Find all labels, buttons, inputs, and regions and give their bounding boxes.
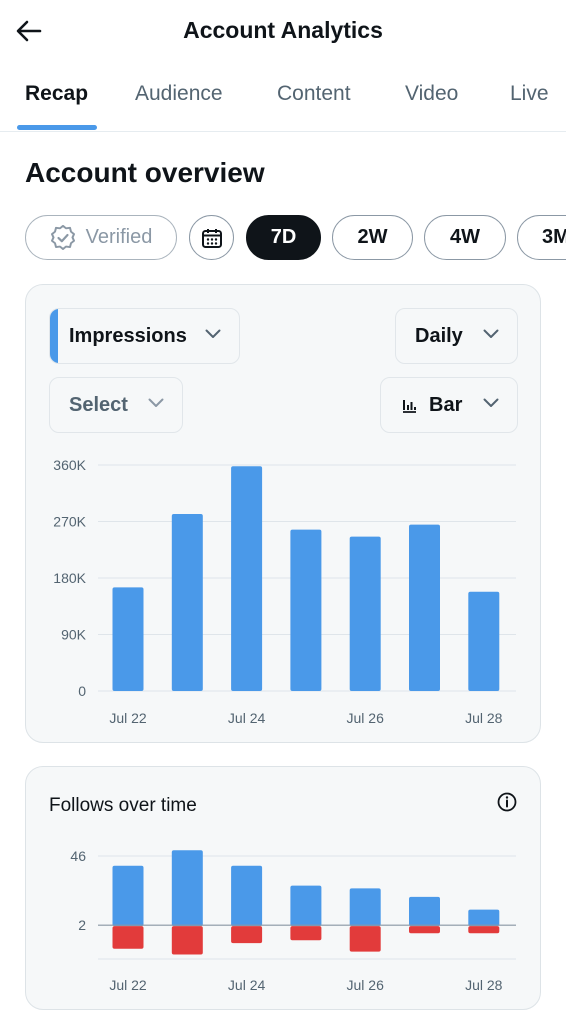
tab-bar: Recap Audience Content Video Live <box>0 70 566 132</box>
y-tick-label: 0 <box>78 683 86 699</box>
y-tick-label: 360K <box>53 457 86 473</box>
verified-filter-chip[interactable]: Verified <box>25 215 177 260</box>
unfollows-bar <box>468 926 500 934</box>
unfollows-bar <box>231 926 263 944</box>
active-tab-indicator <box>17 125 97 130</box>
calendar-chip[interactable] <box>189 215 234 260</box>
y-tick-label: 2 <box>78 917 86 933</box>
follows-bar-chart: 46 2 Jul 22 Jul 24 Jul 26 Jul 28 <box>70 848 516 993</box>
impressions-bar <box>468 591 500 691</box>
section-title: Account overview <box>25 157 265 188</box>
verified-badge-icon <box>50 224 76 251</box>
unfollows-bar <box>409 926 440 934</box>
unfollows-bar <box>290 926 322 941</box>
y-tick-label: 180K <box>53 570 86 586</box>
follows-bar <box>349 888 381 927</box>
follows-bar <box>112 865 144 927</box>
follows-bar <box>290 885 322 927</box>
impressions-bar <box>349 536 381 691</box>
chip-3m[interactable]: 3M <box>517 215 566 260</box>
x-tick-label: Jul 24 <box>228 977 266 993</box>
impressions-bar-chart: 0 90K 180K 270K 360K Jul 22 Jul 24 Jul 26 Jul 28 <box>53 457 516 726</box>
chip-7d[interactable]: 7D <box>246 215 321 260</box>
x-tick-label: Jul 28 <box>465 710 503 726</box>
y-tick-label: 270K <box>53 514 86 530</box>
unfollows-bar <box>349 926 381 952</box>
unfollows-bar <box>112 926 144 949</box>
impressions-bar <box>171 513 203 691</box>
calendar-icon <box>201 228 222 248</box>
impressions-bar <box>231 466 263 691</box>
chip-4w[interactable]: 4W <box>424 215 506 260</box>
unfollows-bar <box>171 926 203 955</box>
tab-content[interactable]: Content <box>277 82 351 106</box>
page-title: Account Analytics <box>183 17 383 43</box>
time-range-chips: Verified 7D 2W 4W 3M <box>0 213 566 263</box>
impressions-card: Impressions Daily Select Bar 0 90K 180K 270… <box>25 284 541 743</box>
follows-bar <box>171 850 203 927</box>
follows-card: Follows over time 46 2 Jul 22 Jul 24 Jul 26 J… <box>25 766 541 1010</box>
follows-bar <box>231 865 263 927</box>
x-tick-label: Jul 24 <box>228 710 266 726</box>
top-bar: Account Analytics <box>0 0 566 62</box>
chip-2w[interactable]: 2W <box>332 215 413 260</box>
x-tick-label: Jul 22 <box>109 710 147 726</box>
tab-recap[interactable]: Recap <box>25 82 88 106</box>
follows-bar <box>409 896 440 927</box>
tab-live[interactable]: Live <box>510 82 549 106</box>
x-tick-label: Jul 22 <box>109 977 147 993</box>
y-tick-label: 90K <box>61 627 87 643</box>
impressions-bar <box>112 587 144 691</box>
x-tick-label: Jul 26 <box>347 710 385 726</box>
tab-video[interactable]: Video <box>405 82 458 106</box>
x-tick-label: Jul 28 <box>465 977 503 993</box>
y-tick-label: 46 <box>70 848 86 864</box>
x-tick-label: Jul 26 <box>347 977 385 993</box>
impressions-bar <box>409 524 440 691</box>
tab-audience[interactable]: Audience <box>135 82 223 106</box>
follows-bar <box>468 909 500 927</box>
impressions-bar <box>290 529 322 691</box>
